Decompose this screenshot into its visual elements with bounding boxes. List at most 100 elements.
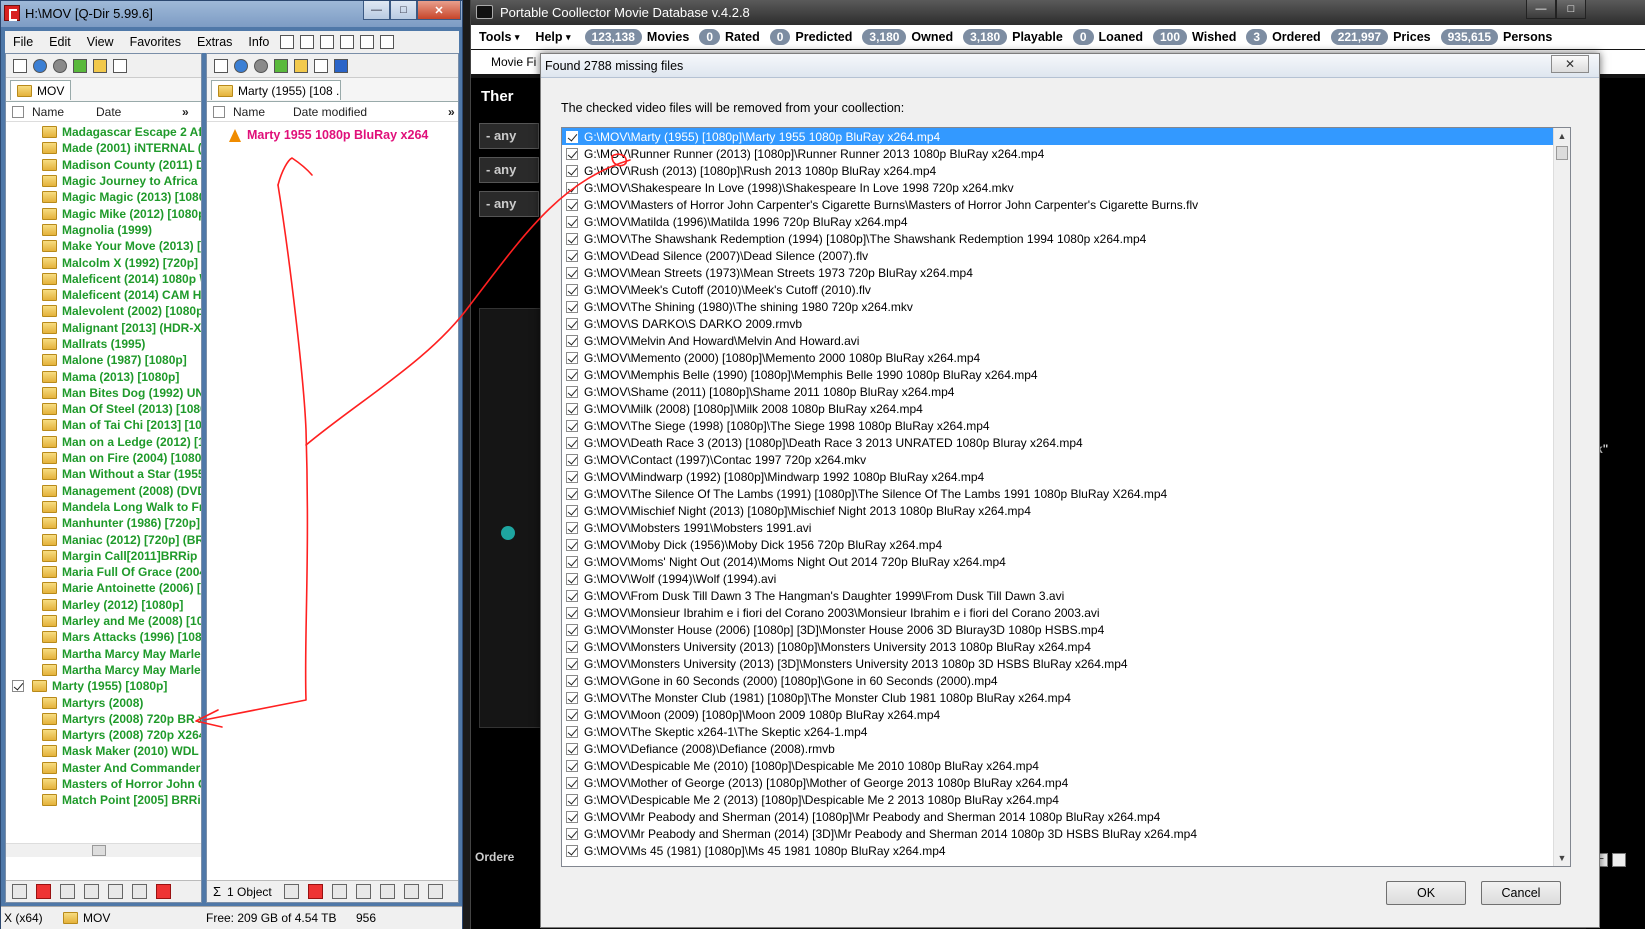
menu-tools[interactable]: Tools ▾ <box>471 30 527 44</box>
file-checkbox[interactable] <box>566 776 578 789</box>
file-checkbox[interactable] <box>566 385 578 398</box>
stat-movies[interactable]: 123,138 Movies <box>579 29 689 45</box>
back-icon[interactable] <box>33 58 47 73</box>
file-checkbox[interactable] <box>566 674 578 687</box>
file-checkbox[interactable] <box>566 436 578 449</box>
list-item[interactable]: Martyrs (2008) 720p BR x <box>6 711 201 727</box>
missing-file-row[interactable]: G:\MOV\Memento (2000) [1080p]\Memento 20… <box>562 349 1570 366</box>
layout-icon[interactable] <box>380 35 395 49</box>
file-checkbox[interactable] <box>566 215 578 228</box>
missing-file-row[interactable]: G:\MOV\Despicable Me 2 (2013) [1080p]\De… <box>562 791 1570 808</box>
missing-file-row[interactable]: G:\MOV\The Shawshank Redemption (1994) [… <box>562 230 1570 247</box>
maximize-button[interactable]: □ <box>1556 0 1586 19</box>
list-item[interactable]: Man of Tai Chi [2013] [108 <box>6 417 201 433</box>
missing-file-row[interactable]: G:\MOV\Rush (2013) [1080p]\Rush 2013 108… <box>562 162 1570 179</box>
file-checkbox[interactable] <box>566 725 578 738</box>
close-button[interactable]: ✕ <box>417 1 461 20</box>
missing-file-row[interactable]: G:\MOV\Moms' Night Out (2014)\Moms Night… <box>562 553 1570 570</box>
list-item[interactable]: Maleficent (2014) CAM H2 <box>6 287 201 303</box>
list-item[interactable]: Magic Mike (2012) [1080p <box>6 205 201 221</box>
list-item[interactable]: Malone (1987) [1080p] <box>6 352 201 368</box>
list-item[interactable]: Mama (2013) [1080p] <box>6 368 201 384</box>
rename-icon[interactable] <box>132 884 147 899</box>
file-checkbox[interactable] <box>566 470 578 483</box>
list-item[interactable]: Maleficent (2014) 1080p \ <box>6 271 201 287</box>
forward-icon[interactable] <box>53 58 67 73</box>
list-item[interactable]: Mars Attacks (1996) [1080 <box>6 629 201 645</box>
stat-persons[interactable]: 935,615 Persons <box>1435 29 1552 45</box>
missing-file-row[interactable]: G:\MOV\Runner Runner (2013) [1080p]\Runn… <box>562 145 1570 162</box>
list-item[interactable]: Malignant [2013] (HDR-X\ <box>6 320 201 336</box>
missing-file-row[interactable]: G:\MOV\Despicable Me (2010) [1080p]\Desp… <box>562 757 1570 774</box>
file-checkbox[interactable] <box>566 181 578 194</box>
layout-icon[interactable] <box>280 35 295 49</box>
missing-file-row[interactable]: G:\MOV\Mr Peabody and Sherman (2014) [3D… <box>562 825 1570 842</box>
col-date[interactable]: Date <box>96 105 182 119</box>
menu-edit[interactable]: Edit <box>41 35 79 49</box>
cut-icon[interactable] <box>60 884 75 899</box>
maximize-button[interactable]: □ <box>390 1 417 20</box>
list-item[interactable]: Master And Commander ( <box>6 760 201 776</box>
file-checkbox[interactable] <box>566 538 578 551</box>
col-more[interactable]: » <box>448 105 455 119</box>
tab-movie-files[interactable]: Movie Fi <box>491 55 536 69</box>
pcmd-titlebar[interactable]: Portable Coollector Movie Database v.4.2… <box>471 0 1645 25</box>
horizontal-scrollbar[interactable] <box>6 843 201 857</box>
menu-help[interactable]: Help ▾ <box>527 30 578 44</box>
list-item[interactable]: Made (2001) iNTERNAL (D <box>6 140 201 156</box>
cancel-button[interactable]: Cancel <box>1481 881 1561 905</box>
missing-files-list[interactable]: G:\MOV\Marty (1955) [1080p]\Marty 1955 1… <box>561 127 1571 867</box>
file-checkbox[interactable] <box>566 130 578 143</box>
missing-file-row[interactable]: G:\MOV\Marty (1955) [1080p]\Marty 1955 1… <box>562 128 1570 145</box>
list-item[interactable]: Marley and Me (2008) [10 <box>6 613 201 629</box>
file-checkbox[interactable] <box>566 487 578 500</box>
file-checkbox[interactable] <box>566 742 578 755</box>
list-item[interactable]: Martha Marcy May Marlen <box>6 646 201 662</box>
missing-file-row[interactable]: G:\MOV\The Skeptic x264-1\The Skeptic x2… <box>562 723 1570 740</box>
list-item[interactable]: Martha Marcy May Marlen <box>6 662 201 678</box>
row-checkbox[interactable] <box>12 680 24 693</box>
dialog-close-button[interactable]: ✕ <box>1551 55 1589 73</box>
missing-file-row[interactable]: G:\MOV\The Monster Club (1981) [1080p]\T… <box>562 689 1570 706</box>
select-all-checkbox[interactable] <box>213 105 225 118</box>
paste-icon[interactable] <box>379 884 395 899</box>
list-item[interactable]: Man on Fire (2004) [1080p <box>6 450 201 466</box>
layout-icon[interactable] <box>360 35 375 49</box>
menu-file[interactable]: File <box>5 35 41 49</box>
list-item[interactable]: Masters of Horror John Ca <box>6 776 201 792</box>
file-checkbox[interactable] <box>566 521 578 534</box>
missing-file-row[interactable]: G:\MOV\Shakespeare In Love (1998)\Shakes… <box>562 179 1570 196</box>
properties-icon[interactable] <box>427 884 443 899</box>
list-item[interactable]: Magic Journey to Africa (2 <box>6 173 201 189</box>
delete-icon[interactable] <box>36 884 51 899</box>
flash-icon[interactable] <box>283 884 299 899</box>
missing-file-row[interactable]: G:\MOV\The Silence Of The Lambs (1991) [… <box>562 485 1570 502</box>
list-item[interactable]: Make Your Move (2013) [ <box>6 238 201 254</box>
filter-select[interactable]: - any <box>479 191 539 217</box>
file-checkbox[interactable] <box>566 147 578 160</box>
layout-icon[interactable] <box>300 35 315 49</box>
missing-file-row[interactable]: G:\MOV\Dead Silence (2007)\Dead Silence … <box>562 247 1570 264</box>
missing-file-row[interactable]: G:\MOV\Death Race 3 (2013) [1080p]\Death… <box>562 434 1570 451</box>
list-item[interactable]: Magic Magic (2013) [1080 <box>6 189 201 205</box>
list-item[interactable]: Maria Full Of Grace (2004) <box>6 564 201 580</box>
list-item[interactable]: Mandela Long Walk to Fre <box>6 499 201 515</box>
stat-prices[interactable]: 221,997 Prices <box>1325 29 1431 45</box>
missing-file-row[interactable]: G:\MOV\Defiance (2008)\Defiance (2008).r… <box>562 740 1570 757</box>
tab-marty[interactable]: Marty (1955) [108 ... <box>211 80 341 100</box>
file-checkbox[interactable] <box>566 266 578 279</box>
missing-file-row[interactable]: G:\MOV\Mother of George (2013) [1080p]\M… <box>562 774 1570 791</box>
list-item[interactable]: Marty (1955) [1080p] <box>6 678 201 694</box>
missing-file-row[interactable]: G:\MOV\Mischief Night (2013) [1080p]\Mis… <box>562 502 1570 519</box>
file-checkbox[interactable] <box>566 623 578 636</box>
views-dropdown-icon[interactable] <box>113 58 127 73</box>
stat-loaned[interactable]: 0 Loaned <box>1067 29 1143 45</box>
stat-rated[interactable]: 0 Rated <box>693 29 760 45</box>
file-checkbox[interactable] <box>566 164 578 177</box>
copy-icon[interactable] <box>355 884 371 899</box>
copy-icon[interactable] <box>84 884 99 899</box>
missing-file-row[interactable]: G:\MOV\Monsters University (2013) [3D]\M… <box>562 655 1570 672</box>
file-checkbox[interactable] <box>566 810 578 823</box>
list-item[interactable]: Marie Antoinette (2006) [ <box>6 580 201 596</box>
file-checkbox[interactable] <box>566 844 578 857</box>
